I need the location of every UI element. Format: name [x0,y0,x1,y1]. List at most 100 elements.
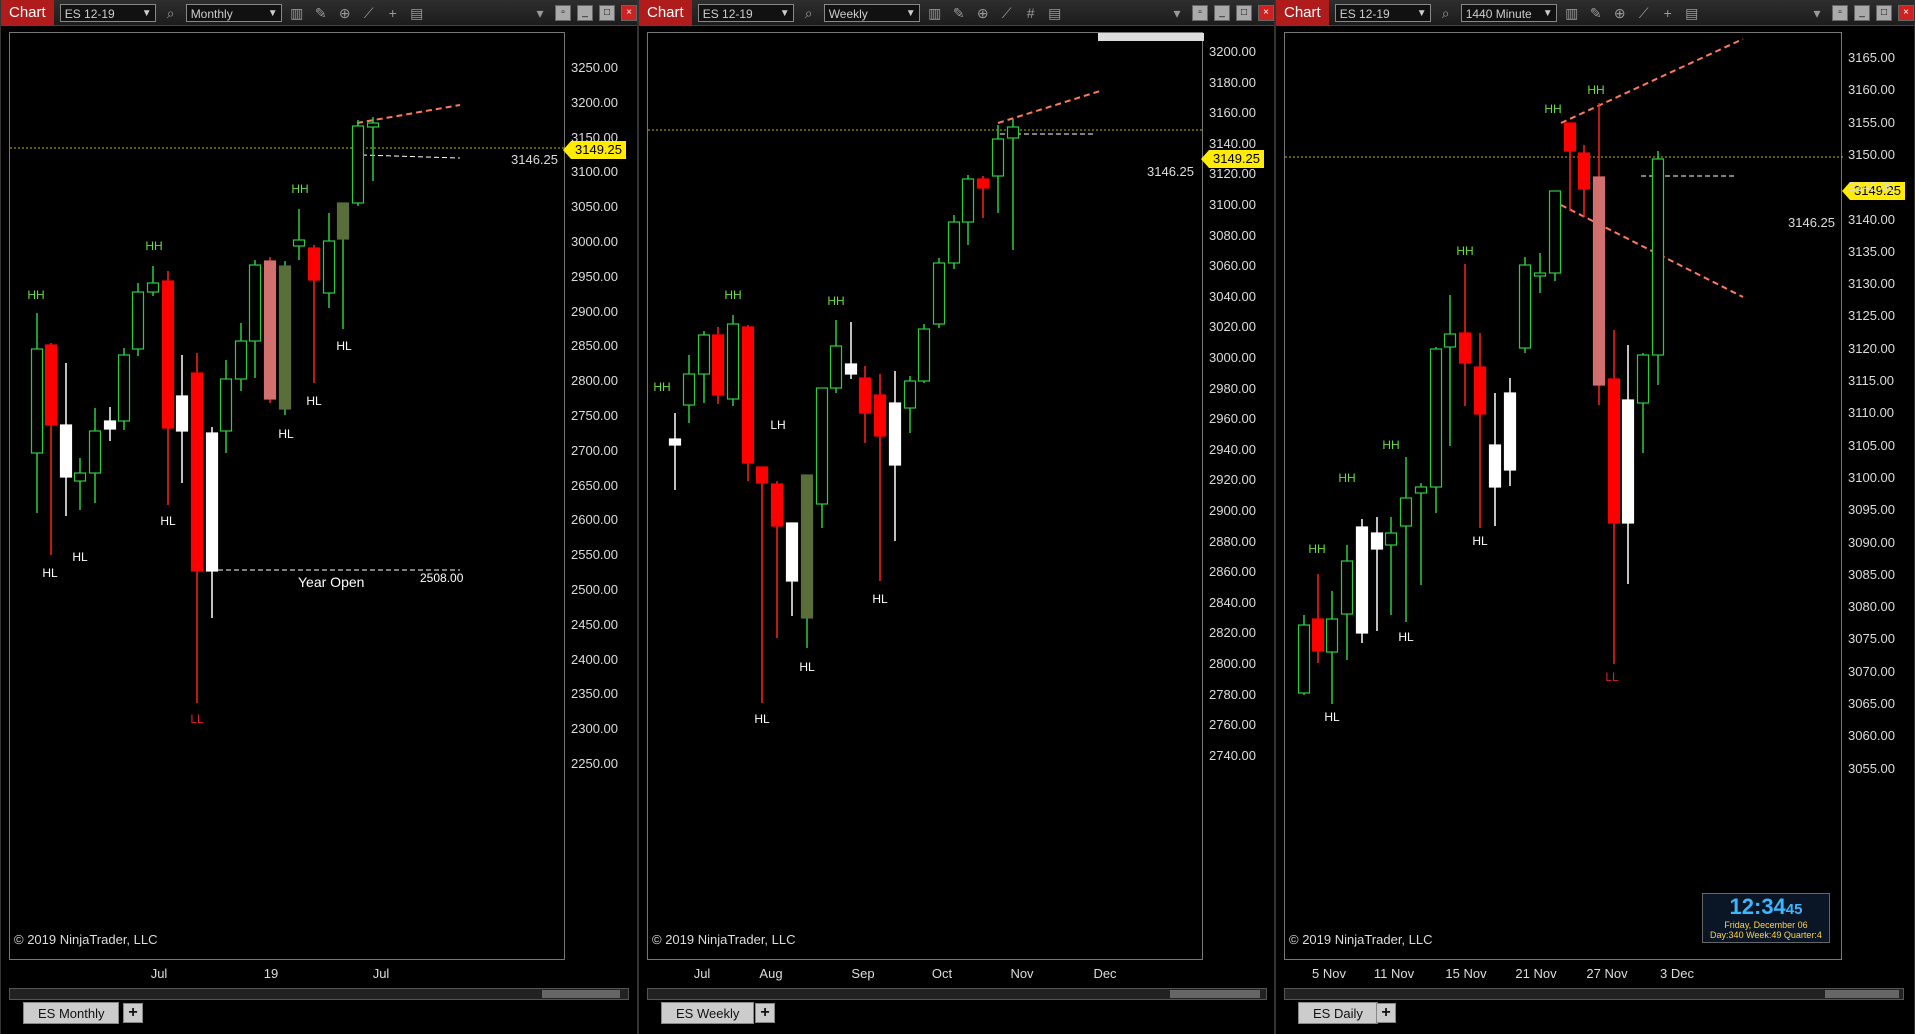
bar-type-icon[interactable]: ▥ [288,4,306,22]
properties-icon[interactable]: ▤ [408,4,426,22]
draw-tool-icon[interactable]: ✎ [1587,4,1605,22]
tab-es-monthly[interactable]: ES Monthly [23,1002,120,1024]
swing-label: HL [1398,630,1414,644]
minimize-icon[interactable]: _ [577,4,593,21]
search-icon[interactable]: ⌕ [162,4,180,22]
more-icon[interactable]: ▾ [1808,4,1826,22]
price-plot[interactable]: HH HH HH HH HH HH HL HL HL LL [1284,32,1843,960]
chevron-down-icon: ▼ [141,7,152,19]
y-tick-label: 2700.00 [571,442,618,458]
candle-body [1503,392,1517,471]
swing-label: HL [160,514,176,528]
interval-selector[interactable]: 1440 Minute ▼ [1460,3,1557,22]
instrument-selector[interactable]: ES 12-19 ▼ [697,3,794,22]
minimize-icon[interactable]: _ [1214,4,1230,21]
bar-type-icon[interactable]: ▥ [926,4,944,22]
horizontal-scrollbar[interactable] [9,988,629,1000]
scrollbar-thumb[interactable] [542,990,620,998]
ruler-icon[interactable]: ⟋ [1635,4,1653,22]
y-tick-label: 2940.00 [1209,441,1256,457]
y-tick-label: 2960.00 [1209,411,1256,427]
add-tab-button[interactable]: + [1376,1003,1396,1023]
tab-es-weekly[interactable]: ES Weekly [661,1002,755,1024]
price-axis: 3165.00 3160.00 3155.00 3150.00 3145.00 3140.… [1844,32,1914,960]
ruler-icon[interactable]: ⟋ [360,4,378,22]
more-icon[interactable]: ▾ [531,4,549,22]
add-tab-button[interactable]: + [123,1003,143,1023]
swing-label: HH [1587,83,1604,97]
chart-toolbar: Chart ES 12-19 ▼ ⌕ Weekly ▼ ▥ ✎ ⊕ ⟋ # ▤ ▾ … [639,0,1274,26]
bar-type-icon[interactable]: ▥ [1563,4,1581,22]
y-tick-label: 3080.00 [1209,227,1256,243]
y-tick-label: 3140.00 [1209,135,1256,151]
add-tab-button[interactable]: + [755,1003,775,1023]
crosshair-icon[interactable]: + [1659,4,1677,22]
zoom-icon[interactable]: ⊕ [1611,4,1629,22]
candle-body [829,345,843,389]
y-tick-label: 3100.00 [1209,197,1256,212]
price-plot[interactable]: HH HH HH LH HL HL HL [647,32,1204,960]
chart-window-daily: Chart ES 12-19 ▼ ⌕ 1440 Minute ▼ ▥ ✎ ⊕ ⟋ +… [1275,0,1915,1034]
x-tick-label: 19 [263,966,279,981]
crosshair-icon[interactable]: + [384,4,402,22]
price-plot[interactable]: Year Open 2508.00 HH HH HH HL HL HL HL HL HL LL [9,32,566,960]
maximize-icon[interactable]: □ [599,4,615,21]
chart-menu-button[interactable]: Chart [1276,0,1329,26]
chart-window-weekly: Chart ES 12-19 ▼ ⌕ Weekly ▼ ▥ ✎ ⊕ ⟋ # ▤ ▾ … [638,0,1275,1034]
interval-selector[interactable]: Weekly ▼ [823,3,920,22]
search-icon[interactable]: ⌕ [1437,4,1455,22]
horizontal-scrollbar[interactable] [647,988,1267,1000]
candle-body [1414,486,1428,494]
candle-body [234,340,248,380]
maximize-icon[interactable]: □ [1236,4,1252,21]
candle-body [103,420,117,430]
candle-body [30,348,44,454]
x-tick-label: 11 Nov [1373,966,1415,981]
tab-es-daily[interactable]: ES Daily [1298,1002,1378,1024]
close-icon[interactable]: × [1898,4,1914,21]
swing-label: HH [1338,471,1355,485]
instrument-selector[interactable]: ES 12-19 ▼ [1334,3,1431,22]
y-tick-label: 3160.00 [1848,82,1895,98]
chart-menu-button[interactable]: Chart [1,0,54,26]
properties-icon[interactable]: ▤ [1046,4,1064,22]
candle-body [146,282,160,293]
restore-icon[interactable]: ▫ [1192,4,1208,21]
grid-icon[interactable]: # [1022,4,1040,22]
chevron-down-icon: ▼ [779,7,790,19]
close-icon[interactable]: × [1258,4,1274,21]
zoom-icon[interactable]: ⊕ [336,4,354,22]
clock-stats: Day:340 Week:49 Quarter:4 [1710,930,1822,940]
minimize-icon[interactable]: _ [1854,4,1870,21]
restore-icon[interactable]: ▫ [1832,4,1848,21]
draw-tool-icon[interactable]: ✎ [950,4,968,22]
candle-body [190,372,204,572]
zoom-icon[interactable]: ⊕ [974,4,992,22]
candle-body [1325,618,1339,653]
chevron-down-icon: ▼ [267,7,278,19]
candle-body [785,522,799,582]
restore-icon[interactable]: ▫ [555,4,571,21]
properties-icon[interactable]: ▤ [1683,4,1701,22]
ref-price-line [361,154,461,159]
draw-tool-icon[interactable]: ✎ [312,4,330,22]
y-tick-label: 2750.00 [571,408,618,423]
ruler-icon[interactable]: ⟋ [998,4,1016,22]
horizontal-scrollbar[interactable] [1284,988,1904,1000]
candle-body [888,402,902,466]
more-icon[interactable]: ▾ [1168,4,1186,22]
instrument-selector[interactable]: ES 12-19 ▼ [59,3,156,22]
interval-selector[interactable]: Monthly ▼ [185,3,282,22]
search-icon[interactable]: ⌕ [800,4,818,22]
maximize-icon[interactable]: □ [1876,4,1892,21]
scrollbar-thumb[interactable] [1825,990,1899,998]
scrollbar-thumb[interactable] [1170,990,1260,998]
chart-menu-button[interactable]: Chart [639,0,692,26]
y-tick-label: 2900.00 [571,303,618,319]
y-tick-label: 3130.00 [1848,276,1895,292]
swing-label: HL [754,712,770,726]
y-tick-label: 2600.00 [571,512,618,528]
candle-body [1651,158,1665,356]
x-tick-label: Jul [372,966,390,981]
close-icon[interactable]: × [621,4,637,21]
